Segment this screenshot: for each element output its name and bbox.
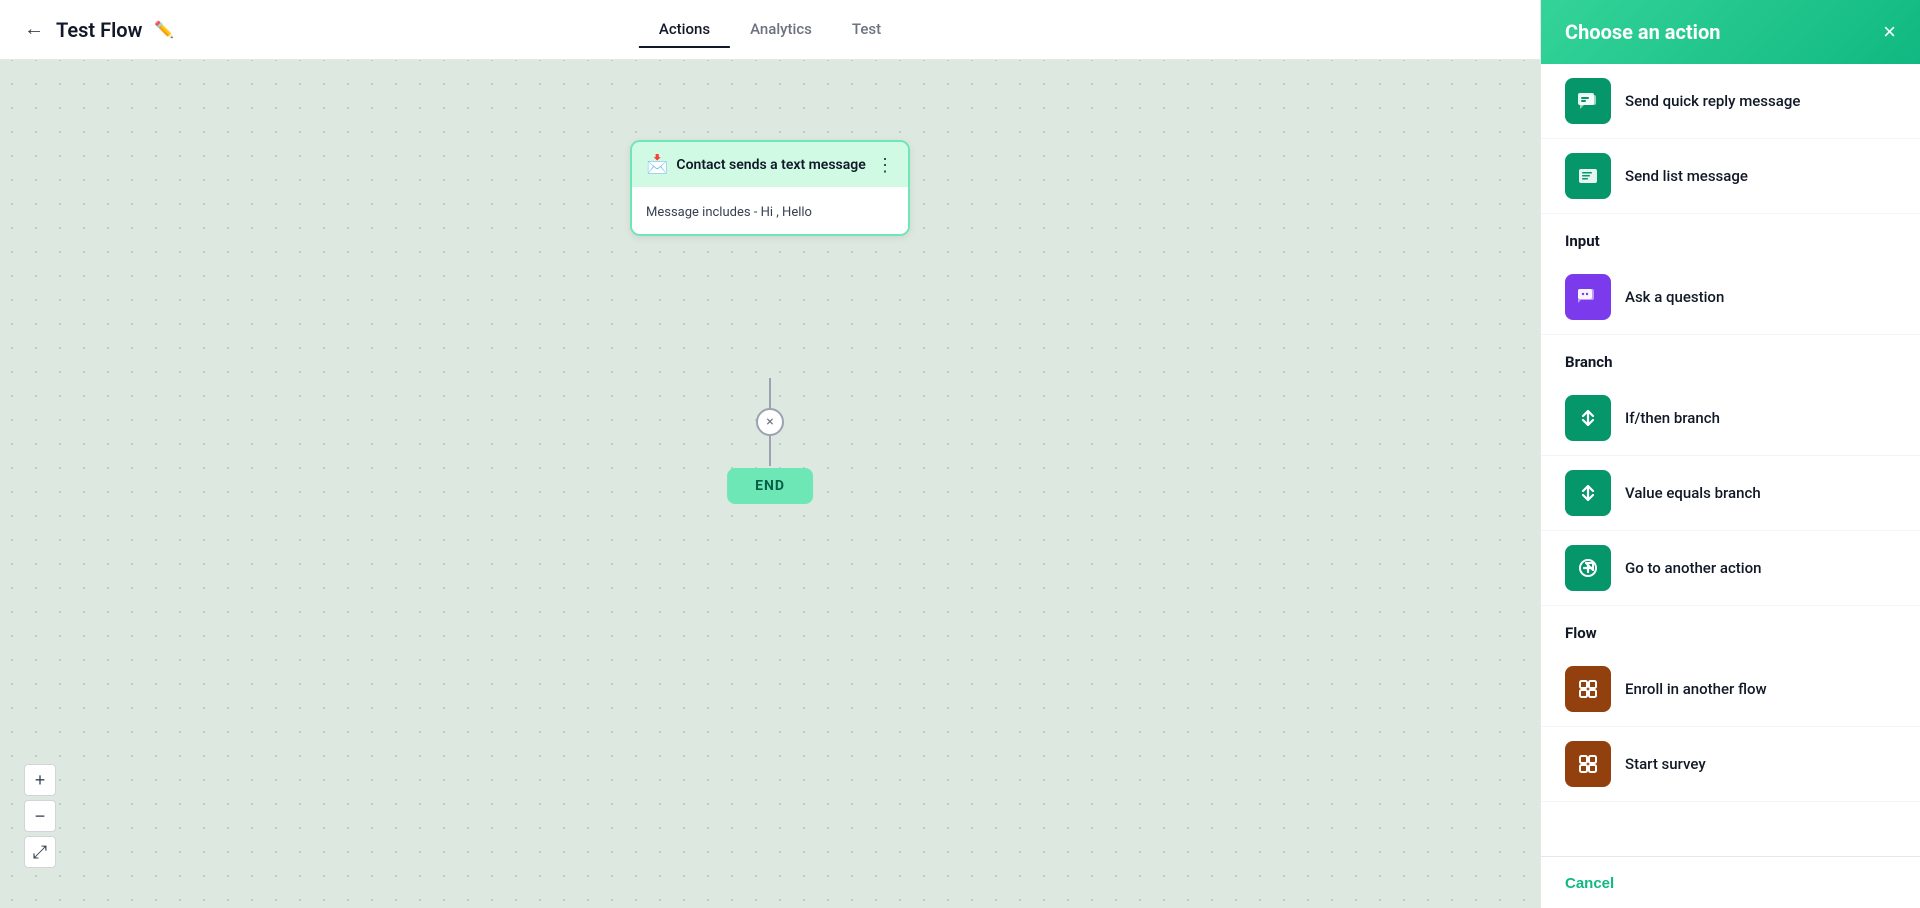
flow-node-body: Message includes - Hi , Hello bbox=[632, 187, 908, 234]
end-node: END bbox=[727, 468, 813, 504]
flow-section-label: Flow bbox=[1541, 606, 1920, 652]
zoom-fit-icon: ⤢ bbox=[33, 842, 47, 863]
if-then-branch-svg-icon bbox=[1576, 406, 1600, 430]
connector-symbol: × bbox=[766, 414, 773, 430]
enroll-another-flow-label: Enroll in another flow bbox=[1625, 680, 1767, 698]
send-list-label: Send list message bbox=[1625, 167, 1748, 185]
right-panel: Choose an action × Send quick reply mess… bbox=[1540, 0, 1920, 908]
node-condition: Message includes - Hi , Hello bbox=[646, 205, 812, 220]
canvas-content: 📩 Contact sends a text message ⋮ Message… bbox=[0, 60, 1540, 908]
if-then-branch-icon-box bbox=[1565, 395, 1611, 441]
action-enroll-another-flow[interactable]: Enroll in another flow bbox=[1541, 652, 1920, 727]
value-equals-branch-svg-icon bbox=[1576, 481, 1600, 505]
back-button[interactable]: ← bbox=[24, 18, 44, 41]
value-equals-branch-icon-box bbox=[1565, 470, 1611, 516]
tab-actions[interactable]: Actions bbox=[639, 12, 730, 48]
send-quick-reply-icon-box bbox=[1565, 78, 1611, 124]
panel-close-button[interactable]: × bbox=[1883, 21, 1896, 43]
node-menu-button[interactable]: ⋮ bbox=[876, 156, 894, 174]
input-section-label: Input bbox=[1541, 214, 1920, 260]
panel-content: Send quick reply message Send list messa… bbox=[1541, 64, 1920, 856]
top-bar-left: ← Test Flow ✏️ bbox=[24, 18, 174, 42]
edit-icon[interactable]: ✏️ bbox=[154, 20, 174, 39]
action-send-list[interactable]: Send list message bbox=[1541, 139, 1920, 214]
if-then-branch-label: If/then branch bbox=[1625, 409, 1720, 427]
node-menu-icon: ⋮ bbox=[876, 155, 894, 175]
end-label: END bbox=[755, 478, 785, 494]
tabs-container: Actions Analytics Test bbox=[639, 12, 901, 48]
panel-footer: Cancel bbox=[1541, 856, 1920, 908]
send-quick-reply-label: Send quick reply message bbox=[1625, 92, 1800, 110]
zoom-controls: + − ⤢ bbox=[24, 764, 56, 868]
action-value-equals-branch[interactable]: Value equals branch bbox=[1541, 456, 1920, 531]
send-quick-reply-svg-icon bbox=[1576, 89, 1600, 113]
zoom-in-icon: + bbox=[35, 770, 46, 791]
section-branch: Branch If/then branch Value equals branc… bbox=[1541, 335, 1920, 606]
tab-test[interactable]: Test bbox=[832, 12, 901, 48]
cancel-button[interactable]: Cancel bbox=[1565, 875, 1614, 892]
action-if-then-branch[interactable]: If/then branch bbox=[1541, 381, 1920, 456]
cancel-label: Cancel bbox=[1565, 875, 1614, 892]
zoom-fit-button[interactable]: ⤢ bbox=[24, 836, 56, 868]
ask-question-svg-icon bbox=[1576, 285, 1600, 309]
close-icon: × bbox=[1883, 19, 1896, 44]
node-icon: 📩 bbox=[646, 154, 668, 175]
ask-question-icon-box bbox=[1565, 274, 1611, 320]
section-flow: Flow Enroll in another flow bbox=[1541, 606, 1920, 802]
flow-node-header-left: 📩 Contact sends a text message bbox=[646, 154, 866, 175]
value-equals-branch-label: Value equals branch bbox=[1625, 484, 1761, 502]
send-list-icon-box bbox=[1565, 153, 1611, 199]
start-survey-svg-icon bbox=[1576, 752, 1600, 776]
flow-node: 📩 Contact sends a text message ⋮ Message… bbox=[630, 140, 910, 236]
go-to-another-action-label: Go to another action bbox=[1625, 559, 1761, 577]
canvas-area: ← Test Flow ✏️ Actions Analytics Test 📩 bbox=[0, 0, 1540, 908]
action-send-quick-reply[interactable]: Send quick reply message bbox=[1541, 64, 1920, 139]
action-go-to-another-action[interactable]: Go to another action bbox=[1541, 531, 1920, 606]
go-to-another-action-svg-icon bbox=[1576, 556, 1600, 580]
send-list-svg-icon bbox=[1576, 164, 1600, 188]
enroll-another-flow-icon-box bbox=[1565, 666, 1611, 712]
zoom-out-button[interactable]: − bbox=[24, 800, 56, 832]
start-survey-icon-box bbox=[1565, 741, 1611, 787]
section-messages: Send quick reply message Send list messa… bbox=[1541, 64, 1920, 214]
zoom-out-icon: − bbox=[35, 806, 46, 827]
ask-question-label: Ask a question bbox=[1625, 288, 1724, 306]
flow-node-header: 📩 Contact sends a text message ⋮ bbox=[632, 142, 908, 187]
branch-section-label: Branch bbox=[1541, 335, 1920, 381]
connector-circle[interactable]: × bbox=[756, 408, 784, 436]
flow-title: Test Flow bbox=[56, 18, 142, 42]
zoom-in-button[interactable]: + bbox=[24, 764, 56, 796]
top-bar: ← Test Flow ✏️ Actions Analytics Test bbox=[0, 0, 1540, 60]
go-to-another-action-icon-box bbox=[1565, 545, 1611, 591]
enroll-another-flow-svg-icon bbox=[1576, 677, 1600, 701]
action-start-survey[interactable]: Start survey bbox=[1541, 727, 1920, 802]
section-input: Input Ask a question bbox=[1541, 214, 1920, 335]
node-title: Contact sends a text message bbox=[676, 157, 865, 173]
start-survey-label: Start survey bbox=[1625, 755, 1706, 773]
tab-analytics[interactable]: Analytics bbox=[730, 12, 832, 48]
panel-header: Choose an action × bbox=[1541, 0, 1920, 64]
back-icon: ← bbox=[24, 18, 44, 41]
connector-line-bottom bbox=[769, 436, 771, 466]
connector-line-top bbox=[769, 378, 771, 408]
panel-title: Choose an action bbox=[1565, 20, 1720, 44]
connector: × bbox=[756, 378, 784, 466]
action-ask-question[interactable]: Ask a question bbox=[1541, 260, 1920, 335]
